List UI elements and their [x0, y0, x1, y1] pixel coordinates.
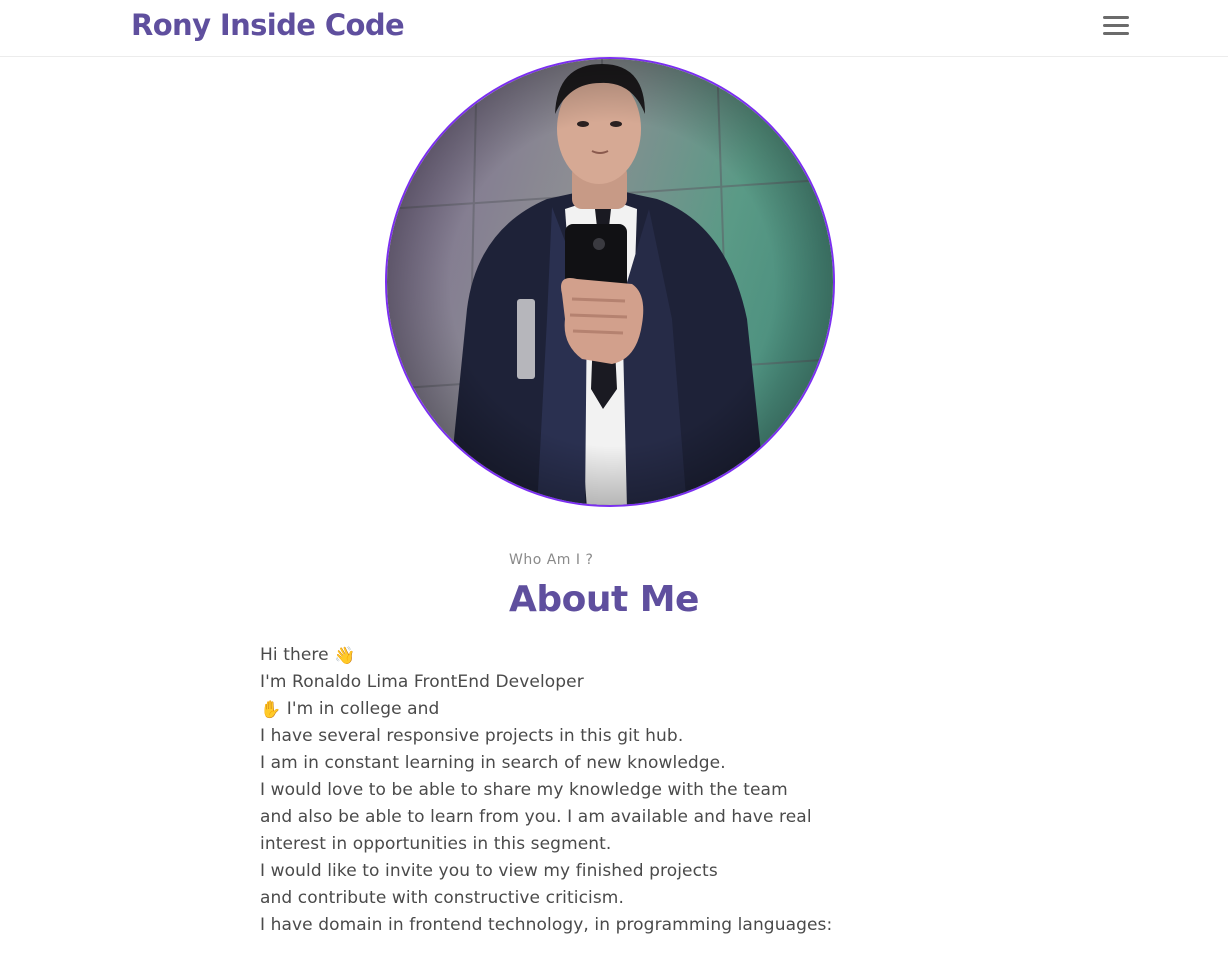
bio-line: I have domain in frontend technology, in… — [260, 912, 832, 939]
section-kicker: Who Am I ? — [509, 552, 594, 568]
bio-line-text: interest in opportunities in this segmen… — [260, 834, 612, 854]
section-title: About Me — [509, 579, 699, 620]
bio-line-text: I am in constant learning in search of n… — [260, 753, 726, 773]
bio-line-text: I'm Ronaldo Lima FrontEnd Developer — [260, 672, 584, 692]
bio-line: Hi there 👋 — [260, 642, 832, 669]
bio-line: I have several responsive projects in th… — [260, 723, 832, 750]
bio-line-text: Hi there — [260, 645, 329, 665]
bio-line-text: I have domain in frontend technology, in… — [260, 915, 833, 935]
bio-line-text: I would like to invite you to view my fi… — [260, 861, 718, 881]
bio-line: I would love to be able to share my know… — [260, 777, 832, 804]
bio-line: I'm Ronaldo Lima FrontEnd Developer — [260, 669, 832, 696]
bio-line-text: I'm in college and — [286, 699, 440, 719]
bio-line: I am in constant learning in search of n… — [260, 750, 832, 777]
brand-logo-link[interactable]: Rony Inside Code — [131, 3, 405, 47]
bio-text: Hi there 👋 I'm Ronaldo Lima FrontEnd Dev… — [260, 642, 832, 939]
waving-hand-icon: 👋 — [334, 646, 356, 666]
bio-line: and contribute with constructive critici… — [260, 885, 832, 912]
bio-line: and also be able to learn from you. I am… — [260, 804, 832, 831]
hamburger-menu-icon[interactable] — [1100, 12, 1132, 38]
bio-line-text: I would love to be able to share my know… — [260, 780, 788, 800]
bio-line-text: and contribute with constructive critici… — [260, 888, 624, 908]
profile-photo-illustration — [387, 59, 833, 505]
navbar: Rony Inside Code — [0, 0, 1228, 57]
hamburger-line — [1103, 16, 1129, 19]
bio-line-text: I have several responsive projects in th… — [260, 726, 684, 746]
bio-line: interest in opportunities in this segmen… — [260, 831, 832, 858]
bio-line: ✋ I'm in college and — [260, 696, 832, 723]
raised-hand-icon: ✋ — [260, 700, 282, 720]
bio-line-text: and also be able to learn from you. I am… — [260, 807, 812, 827]
profile-photo — [385, 57, 835, 507]
bio-line: I would like to invite you to view my fi… — [260, 858, 832, 885]
hamburger-line — [1103, 24, 1129, 27]
hamburger-line — [1103, 32, 1129, 35]
